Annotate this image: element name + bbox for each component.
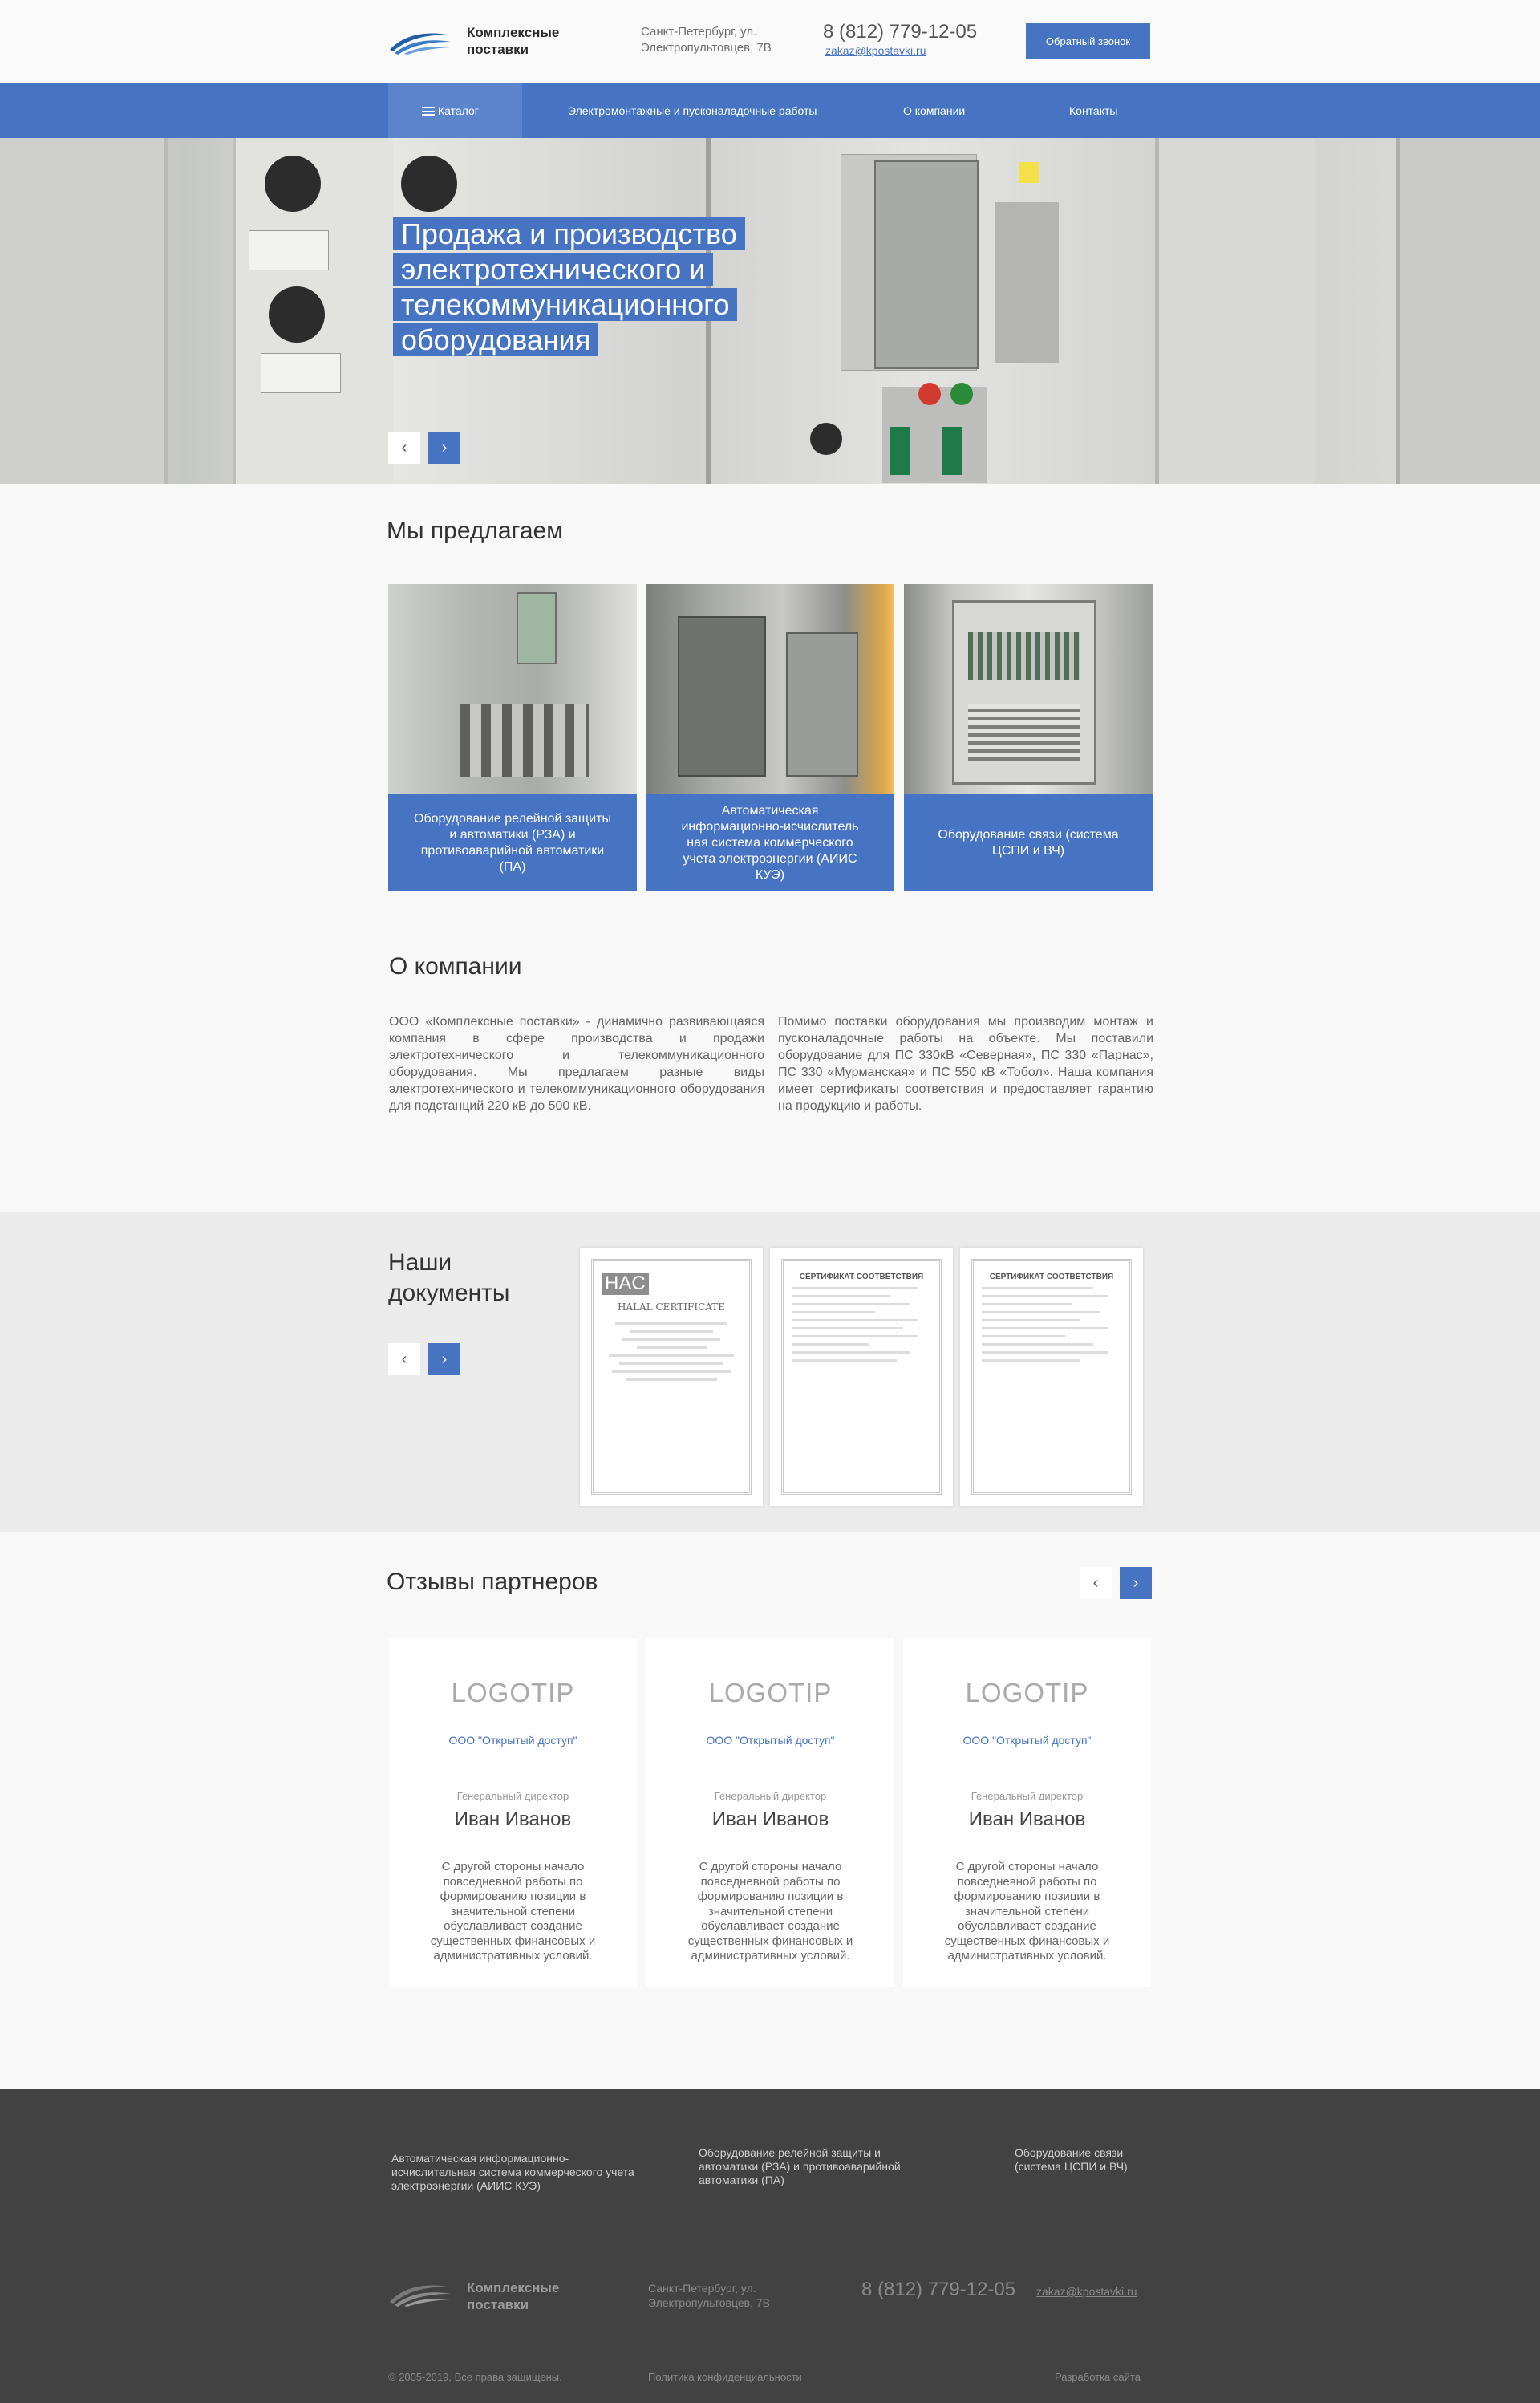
offer-image <box>904 584 1153 794</box>
footer-address: Санкт-Петербург, ул. Электропультовцев, … <box>648 2282 770 2309</box>
cert-badge: HAC <box>602 1273 649 1295</box>
review-name: Иван Иванов <box>454 1808 572 1830</box>
offer-card[interactable]: Автоматическая информационно-исчислитель… <box>646 584 894 891</box>
footer-link-comm[interactable]: Оборудование связи (система ЦСПИ и ВЧ) <box>1015 2146 1151 2174</box>
nav-item-works[interactable]: Электромонтажные и пусконаладочные работ… <box>568 83 817 138</box>
header-phone[interactable]: 8 (812) 779-12-05 <box>823 21 977 43</box>
certificate-image: HAC HALAL CERTIFICATE <box>591 1259 752 1495</box>
document-card[interactable]: СЕРТИФИКАТ СООТВЕТСТВИЯ <box>770 1248 953 1506</box>
offer-card[interactable]: Оборудование связи (системa ЦСПИ и ВЧ) <box>904 584 1153 891</box>
developer-link[interactable]: Разработка сайта <box>1055 2370 1141 2384</box>
certificate-image: СЕРТИФИКАТ СООТВЕТСТВИЯ <box>781 1259 942 1495</box>
review-logo: LOGOTIP <box>451 1678 575 1707</box>
copyright: © 2005-2019, Все права защищены. <box>388 2371 562 2383</box>
offer-caption: Оборудование релейной защиты и автоматик… <box>388 794 637 891</box>
review-card: LOGOTIP ООО "Открытый доступ" Генеральны… <box>646 1638 894 1987</box>
offer-caption: Автоматическая информационно-исчислитель… <box>646 794 894 891</box>
footer-link-aiis[interactable]: Автоматическая информационно-исчислитель… <box>391 2152 648 2193</box>
document-card[interactable]: HAC HALAL CERTIFICATE <box>580 1248 763 1506</box>
cert-heading: HALAL CERTIFICATE <box>617 1301 726 1313</box>
header-email[interactable]: zakaz@kpostavki.ru <box>825 44 926 57</box>
hero-title-line: телекоммуникационного <box>393 288 738 321</box>
review-role: Генеральный директор <box>714 1790 827 1802</box>
review-logo: LOGOTIP <box>708 1678 833 1707</box>
reviews-prev-button[interactable]: ‹ <box>1080 1567 1112 1599</box>
logo-name[interactable]: Комплексные поставки <box>467 24 587 58</box>
footer-logo-icon[interactable] <box>388 2281 452 2307</box>
offer-image <box>388 584 637 794</box>
documents-title: Наши документы <box>388 1248 510 1309</box>
review-logo: LOGOTIP <box>965 1678 1089 1707</box>
cert-heading: СЕРТИФИКАТ СООТВЕТСТВИЯ <box>799 1273 924 1281</box>
documents-title-line: документы <box>388 1280 510 1306</box>
review-card: LOGOTIP ООО "Открытый доступ" Генеральны… <box>389 1638 637 1987</box>
review-role: Генеральный директор <box>456 1790 569 1802</box>
document-card[interactable]: СЕРТИФИКАТ СООТВЕТСТВИЯ <box>960 1248 1143 1506</box>
review-text: С другой стороны начало повседневной раб… <box>687 1860 853 1963</box>
reviews-next-button[interactable]: › <box>1120 1567 1152 1599</box>
nav-item-about[interactable]: О компании <box>903 83 965 138</box>
review-text: С другой стороны начало повседневной раб… <box>430 1860 596 1963</box>
offer-image <box>646 584 894 794</box>
site-footer <box>0 2089 1540 2403</box>
review-company[interactable]: ООО "Открытый доступ" <box>903 1734 1151 1747</box>
review-name: Иван Иванов <box>711 1808 829 1830</box>
review-card: LOGOTIP ООО "Открытый доступ" Генеральны… <box>903 1638 1151 1987</box>
offer-caption: Оборудование связи (системa ЦСПИ и ВЧ) <box>904 794 1153 891</box>
hero-prev-button[interactable]: ‹ <box>388 432 420 464</box>
menu-icon <box>422 107 435 116</box>
about-text-right: Помимо поставки оборудования мы производ… <box>778 1015 1153 1113</box>
nav-catalog-label: Каталог <box>438 104 479 117</box>
footer-link-rza[interactable]: Оборудование релейной защиты и автоматик… <box>699 2146 931 2187</box>
review-company[interactable]: ООО "Открытый доступ" <box>646 1734 894 1747</box>
about-text-left: ООО «Комплексные поставки» - динамично р… <box>389 1015 764 1113</box>
footer-email[interactable]: zakaz@kpostavki.ru <box>1036 2285 1137 2299</box>
nav-catalog[interactable]: Каталог <box>388 83 522 138</box>
docs-next-button[interactable]: › <box>428 1343 460 1375</box>
cert-heading: СЕРТИФИКАТ СООТВЕТСТВИЯ <box>989 1273 1114 1281</box>
docs-prev-button[interactable]: ‹ <box>388 1343 420 1375</box>
hero-next-button[interactable]: › <box>428 432 460 464</box>
review-role: Генеральный директор <box>971 1790 1084 1802</box>
reviews-title: Отзывы партнеров <box>387 1569 598 1595</box>
certificate-image: СЕРТИФИКАТ СООТВЕТСТВИЯ <box>971 1259 1132 1495</box>
documents-title-line: Наши <box>388 1249 452 1276</box>
review-name: Иван Иванов <box>968 1808 1086 1830</box>
callback-button[interactable]: Обратный звонок <box>1026 23 1150 59</box>
offer-card[interactable]: Оборудование релейной защиты и автоматик… <box>388 584 637 891</box>
nav-item-contacts[interactable]: Контакты <box>1069 83 1117 138</box>
footer-logo-name[interactable]: Комплексные поставки <box>467 2279 587 2313</box>
hero-title-line: электротехнического и <box>393 253 714 286</box>
privacy-policy-link[interactable]: Политика конфиденциальности <box>648 2370 802 2384</box>
review-text: С другой стороны начало повседневной раб… <box>944 1860 1110 1963</box>
footer-phone[interactable]: 8 (812) 779-12-05 <box>861 2279 1015 2301</box>
hero-title: Продажа и производство электротехническо… <box>393 217 842 358</box>
logo-icon[interactable] <box>388 29 452 55</box>
hero-title-line: оборудования <box>393 323 599 356</box>
about-title: О компании <box>389 953 522 980</box>
offers-title: Мы предлагаем <box>387 518 563 544</box>
review-company[interactable]: ООО "Открытый доступ" <box>389 1734 637 1747</box>
header-address: Санкт-Петербург, ул. Электропультовцев, … <box>641 25 772 55</box>
hero-title-line: Продажа и производство <box>393 217 745 250</box>
